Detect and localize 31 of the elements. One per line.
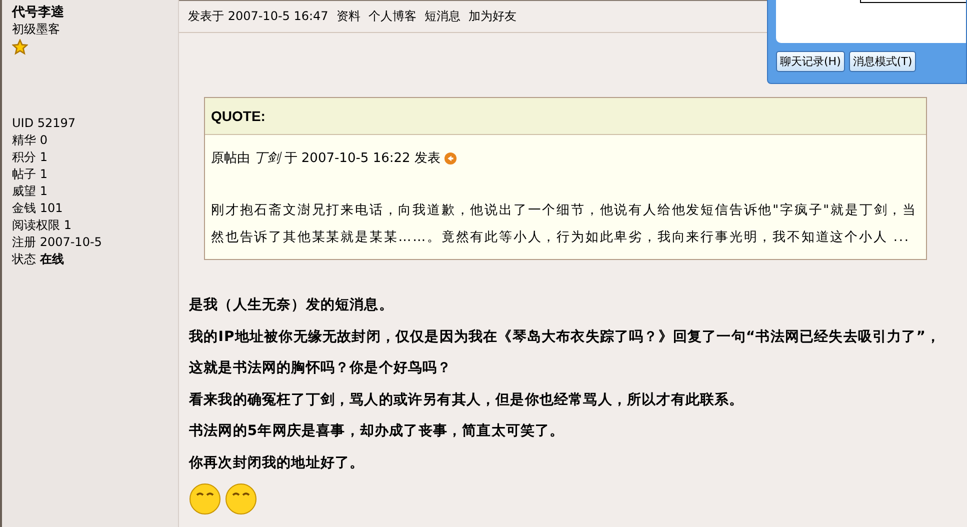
author-stat: 状态 在线 bbox=[12, 251, 65, 268]
author-stat: 金钱 101 bbox=[12, 200, 64, 217]
author-stat: UID 52197 bbox=[12, 115, 77, 132]
quote-text: 刚才抱石斋文澍兄打来电话，向我道歉，他说出了一个细节，他说有人给他发短信告诉他"字疯子"就是丁剑，当然也告诉了其他某某就是某某……。竟然有此等小人，行为如此卑劣，我向来行事光明，我不知道这个小人 ... bbox=[211, 202, 918, 247]
author-stat: 积分 1 bbox=[12, 149, 48, 166]
message-paragraph: 你再次封闭我的地址好了。 bbox=[189, 454, 366, 472]
author-name[interactable]: 代号李逵 bbox=[12, 4, 178, 21]
post-link[interactable]: 加为好友 bbox=[468, 8, 516, 25]
chat-button[interactable]: 聊天记录(H) bbox=[776, 51, 845, 72]
post-link[interactable]: 资料 bbox=[336, 8, 360, 25]
go-to-post-icon[interactable] bbox=[444, 152, 458, 164]
author-stat: 威望 1 bbox=[12, 183, 48, 200]
message-paragraph: 是我（人生无奈）发的短消息。 bbox=[189, 296, 394, 315]
star-icon bbox=[12, 38, 28, 54]
author-rank: 初级墨客 bbox=[12, 21, 61, 38]
smiley-icon bbox=[225, 483, 257, 515]
post-link[interactable]: 个人博客 bbox=[368, 8, 416, 25]
quote-title: QUOTE: bbox=[205, 98, 926, 135]
smiley-icon bbox=[189, 483, 221, 515]
quote-source: 原帖由 丁剑 于 2007-10-5 16:22 发表 bbox=[211, 150, 440, 167]
author-stat: 阅读权限 1 bbox=[12, 217, 72, 234]
author-stat: 精华 0 bbox=[12, 132, 48, 149]
chat-button[interactable]: 消息模式(T) bbox=[848, 51, 916, 72]
author-stat: 帖子 1 bbox=[12, 166, 48, 183]
post-time: 发表于 2007-10-5 16:47 bbox=[188, 8, 328, 25]
chat-input-area[interactable] bbox=[776, 0, 966, 43]
message-paragraph: 看来我的确冤枉了丁剑，骂人的或许另有其人，但是你也经常骂人，所以才有此联系。 bbox=[189, 390, 745, 410]
message-paragraph: 我的IP地址被你无缘无故封闭，仅仅是因为我在《琴岛大布衣失踪了吗？》回复了一句“书法网已经失去吸引力了”，这就是书法网的胸怀吗？你是个好鸟吗？ bbox=[189, 328, 942, 378]
author-stat: 注册 2007-10-5 bbox=[12, 234, 103, 251]
post-link[interactable]: 短消息 bbox=[424, 8, 460, 25]
message-paragraph: 书法网的5年网庆是喜事，却办成了丧事，简直太可笑了。 bbox=[189, 422, 566, 441]
